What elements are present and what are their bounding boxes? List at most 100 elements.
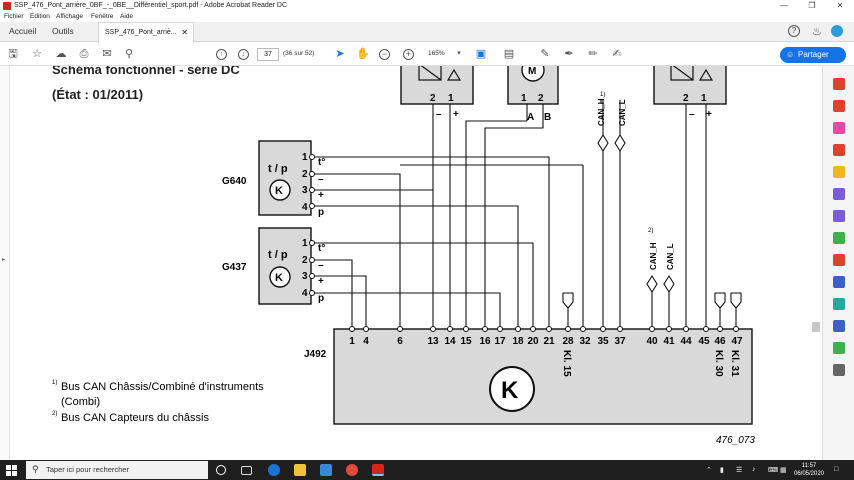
task-view-icon[interactable]: [241, 466, 252, 475]
cortana-icon[interactable]: [216, 465, 226, 475]
next-page-icon[interactable]: ↓: [238, 49, 249, 60]
tl-sign-minus: –: [436, 109, 442, 120]
tab-home[interactable]: Accueil: [9, 26, 36, 36]
highlight-pen-icon[interactable]: ✒: [562, 47, 576, 61]
optimize-icon[interactable]: [833, 320, 845, 332]
note1-sup: 1): [52, 380, 57, 386]
j492-pin-45: 45: [698, 336, 710, 347]
comment-icon[interactable]: ✎: [538, 47, 552, 61]
zoom-in-icon[interactable]: +: [403, 49, 414, 60]
user-avatar-icon[interactable]: [831, 25, 843, 37]
upload-cloud-icon[interactable]: ☁: [54, 47, 68, 61]
zoom-out-icon[interactable]: −: [379, 49, 390, 60]
document-viewport[interactable]: Schéma fonctionnel - série DC (État : 01…: [0, 66, 822, 460]
more-tools-icon[interactable]: [833, 364, 845, 376]
taskbar-search-box[interactable]: ⚲ Taper ici pour rechercher: [26, 461, 208, 479]
draw-icon[interactable]: ✏: [586, 47, 600, 61]
vertical-scrollbar-thumb[interactable]: [812, 322, 820, 332]
j492-pin-15: 15: [460, 336, 472, 347]
menu-affichage[interactable]: Affichage: [56, 13, 83, 20]
tab-tools[interactable]: Outils: [52, 26, 74, 36]
comment-tool-icon[interactable]: [833, 166, 845, 178]
scan-ocr-icon[interactable]: [833, 298, 845, 310]
bookmark-star-icon[interactable]: ☆: [30, 47, 44, 61]
note2-sup: 2): [52, 411, 57, 417]
menu-edition[interactable]: Edition: [30, 13, 50, 20]
tr-sign-minus: –: [689, 109, 695, 120]
j492-pin-21: 21: [543, 336, 555, 347]
tl-pin-2: 2: [430, 93, 436, 104]
page-number-input[interactable]: 37: [257, 48, 279, 61]
organize-pages-icon[interactable]: [833, 144, 845, 156]
kl30-connector: [714, 292, 726, 309]
protect-icon[interactable]: [833, 276, 845, 288]
tm-letter-a: A: [527, 112, 534, 123]
fill-sign-icon[interactable]: [833, 188, 845, 200]
scroll-mode-icon[interactable]: ▤: [502, 47, 516, 61]
j492-pin-16: 16: [479, 336, 491, 347]
store-icon[interactable]: [320, 464, 332, 476]
tab-document[interactable]: SSP_476_Pont_arriè... ✕: [98, 22, 194, 43]
g640-pin-3: 3: [302, 185, 308, 196]
menu-fichier[interactable]: Fichier: [4, 13, 24, 20]
search-icon[interactable]: ⚲: [122, 47, 136, 61]
save-icon[interactable]: 🖫: [6, 47, 20, 61]
close-button[interactable]: ✕: [826, 0, 854, 12]
battery-icon[interactable]: ▮: [720, 466, 724, 474]
share-button[interactable]: ☺ Partager: [780, 47, 846, 63]
can-h-label-bottom: CAN_H: [649, 242, 658, 270]
maximize-button[interactable]: ❐: [798, 0, 826, 12]
keyboard-icon[interactable]: ⌨: [768, 466, 778, 474]
bell-icon[interactable]: ♨: [810, 25, 824, 39]
expand-left-icon[interactable]: ▸: [2, 256, 5, 263]
email-icon[interactable]: ✉: [100, 47, 114, 61]
file-explorer-icon[interactable]: [294, 464, 306, 476]
print-icon[interactable]: ⎙: [77, 47, 91, 61]
select-cursor-icon[interactable]: ➤: [333, 47, 347, 61]
menu-aide[interactable]: Aide: [120, 13, 133, 20]
acrobat-taskbar-icon[interactable]: [372, 464, 384, 476]
compare-icon[interactable]: [833, 232, 845, 244]
help-icon[interactable]: ?: [788, 25, 800, 37]
windows-start-icon[interactable]: [6, 465, 17, 476]
top-left-component: [400, 66, 474, 105]
edit-pdf-icon[interactable]: [833, 122, 845, 134]
menu-fenetre[interactable]: Fenêtre: [91, 13, 113, 20]
j492-pin-6: 6: [397, 336, 403, 347]
create-pdf-icon[interactable]: [833, 100, 845, 112]
zoom-dropdown-icon[interactable]: ▾: [452, 47, 466, 61]
volume-icon[interactable]: ♪: [752, 466, 756, 473]
close-tab-icon[interactable]: ✕: [181, 28, 188, 37]
previous-page-icon[interactable]: ↑: [216, 49, 227, 60]
j492-pin-35: 35: [597, 336, 609, 347]
g437-label: G437: [222, 262, 247, 273]
j492-pin-32: 32: [579, 336, 591, 347]
measure-icon[interactable]: [833, 342, 845, 354]
chrome-icon[interactable]: [346, 464, 358, 476]
show-hidden-icons[interactable]: ⌃: [706, 466, 712, 474]
notification-icon[interactable]: □: [834, 466, 838, 473]
state-label: (État : 01/2011): [52, 87, 143, 102]
network-icon[interactable]: ☰: [736, 466, 742, 474]
j492-pin-47: 47: [731, 336, 743, 347]
edge-browser-icon[interactable]: [268, 464, 280, 476]
figure-id: 476_073: [716, 435, 755, 446]
taskbar-clock[interactable]: 11:57 06/05/2020: [792, 462, 826, 478]
left-panel-toggle[interactable]: ▸: [0, 66, 10, 460]
g437-pin-2: 2: [302, 255, 308, 266]
language-icon[interactable]: ▦: [780, 466, 787, 474]
zoom-level[interactable]: 165%: [428, 50, 445, 57]
send-sign-icon[interactable]: [833, 210, 845, 222]
fit-page-icon[interactable]: ▣: [474, 47, 488, 61]
export-pdf-icon[interactable]: [833, 78, 845, 90]
document-tab-label: SSP_476_Pont_arriè...: [105, 29, 177, 36]
note1b-text: (Combi): [61, 396, 100, 408]
compress-pdf-icon[interactable]: [833, 254, 845, 266]
hand-tool-icon[interactable]: ✋: [356, 47, 370, 61]
j492-pin-41: 41: [663, 336, 675, 347]
sign-icon[interactable]: ✍: [610, 47, 624, 61]
taskbar-search-icon: ⚲: [32, 464, 39, 474]
note2-text: Bus CAN Capteurs du châssis: [61, 412, 209, 424]
minimize-button[interactable]: —: [770, 0, 798, 12]
g437-pin-3: 3: [302, 271, 308, 282]
